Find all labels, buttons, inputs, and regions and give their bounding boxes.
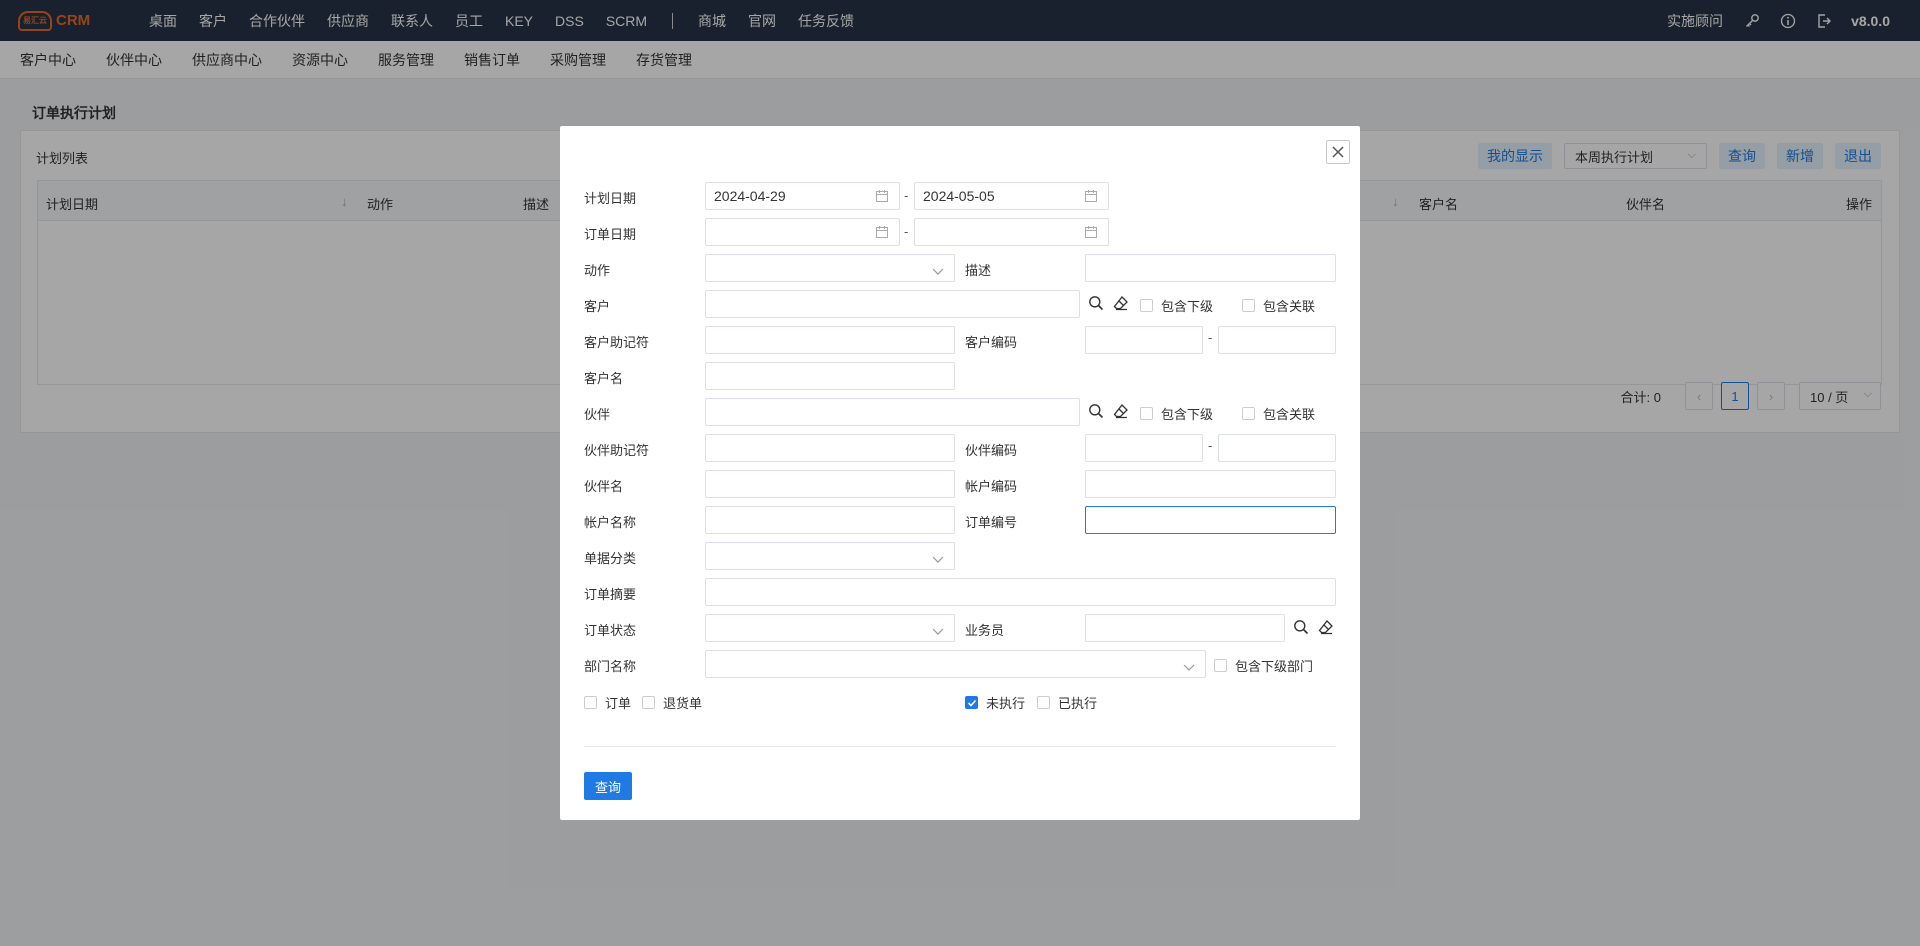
- partner-input[interactable]: [705, 398, 1080, 426]
- checkbox-label: 已执行: [1058, 696, 1098, 711]
- label-partner-mnemonic: 伙伴助记符: [584, 443, 650, 458]
- checkbox-box: [1242, 407, 1255, 420]
- plan-date-from[interactable]: 2024-04-29: [705, 182, 900, 210]
- action-select[interactable]: [705, 254, 955, 282]
- range-dash: -: [1208, 330, 1213, 345]
- partner-name-input[interactable]: [705, 470, 955, 498]
- order-status-select[interactable]: [705, 614, 955, 642]
- chevron-down-icon: [1183, 659, 1195, 675]
- customer-code-from[interactable]: [1085, 326, 1203, 354]
- order-no-input[interactable]: [1085, 506, 1336, 534]
- account-name-input[interactable]: [705, 506, 955, 534]
- checkbox-box: [584, 696, 597, 709]
- search-icon[interactable]: [1087, 402, 1105, 420]
- search-icon[interactable]: [1087, 294, 1105, 312]
- divider: [584, 746, 1336, 747]
- range-dash: -: [1208, 438, 1213, 453]
- checkbox-box: [642, 696, 655, 709]
- checkbox-box: [1037, 696, 1050, 709]
- checkbox-label: 包含下级: [1161, 299, 1214, 314]
- customer-include-sub-checkbox[interactable]: 包含下级: [1140, 296, 1213, 315]
- label-desc: 描述: [965, 263, 992, 278]
- return-order-checkbox[interactable]: 退货单: [642, 693, 702, 712]
- account-code-input[interactable]: [1085, 470, 1336, 498]
- customer-code-to[interactable]: [1218, 326, 1336, 354]
- label-customer-mnemonic: 客户助记符: [584, 335, 650, 350]
- plan-date-from-value: 2024-04-29: [714, 188, 786, 204]
- checkbox-label: 包含下级部门: [1235, 659, 1314, 674]
- close-button[interactable]: [1326, 140, 1350, 164]
- partner-code-from[interactable]: [1085, 434, 1203, 462]
- label-customer: 客户: [584, 299, 611, 314]
- query-dialog: 计划日期 2024-04-29 - 2024-05-05 订单日期 - 动作 描…: [560, 126, 1360, 820]
- label-partner-code: 伙伴编码: [965, 443, 1018, 458]
- checkbox-checked: [965, 696, 978, 709]
- order-summary-input[interactable]: [705, 578, 1336, 606]
- order-date-from[interactable]: [705, 218, 900, 246]
- close-icon: [1332, 146, 1344, 158]
- label-salesman: 业务员: [965, 623, 1005, 638]
- calendar-icon: [1084, 225, 1098, 242]
- salesman-input[interactable]: [1085, 614, 1285, 642]
- label-customer-name: 客户名: [584, 371, 624, 386]
- label-order-summary: 订单摘要: [584, 587, 637, 602]
- checkbox-label: 退货单: [663, 696, 703, 711]
- partner-include-sub-checkbox[interactable]: 包含下级: [1140, 404, 1213, 423]
- dept-name-select[interactable]: [705, 650, 1206, 678]
- checkbox-label: 包含下级: [1161, 407, 1214, 422]
- date-range-dash: -: [904, 188, 909, 203]
- label-account-name: 帐户名称: [584, 515, 637, 530]
- checkbox-label: 包含关联: [1263, 299, 1316, 314]
- dialog-query-button[interactable]: 查询: [584, 772, 632, 800]
- chevron-down-icon: [932, 623, 944, 639]
- plan-date-to[interactable]: 2024-05-05: [914, 182, 1109, 210]
- order-date-to[interactable]: [914, 218, 1109, 246]
- label-account-code: 帐户编码: [965, 479, 1018, 494]
- checkbox-box: [1242, 299, 1255, 312]
- chevron-down-icon: [932, 263, 944, 279]
- eraser-icon[interactable]: [1112, 402, 1130, 420]
- label-partner: 伙伴: [584, 407, 611, 422]
- include-sub-dept-checkbox[interactable]: 包含下级部门: [1214, 656, 1313, 675]
- calendar-icon: [1084, 189, 1098, 206]
- label-order-date: 订单日期: [584, 227, 637, 242]
- not-executed-checkbox[interactable]: 未执行: [965, 693, 1025, 712]
- partner-mnemonic-input[interactable]: [705, 434, 955, 462]
- checkbox-box: [1140, 299, 1153, 312]
- executed-checkbox[interactable]: 已执行: [1037, 693, 1097, 712]
- label-partner-name: 伙伴名: [584, 479, 624, 494]
- plan-date-to-value: 2024-05-05: [923, 188, 995, 204]
- calendar-icon: [875, 225, 889, 242]
- label-plan-date: 计划日期: [584, 191, 637, 206]
- checkbox-box: [1214, 659, 1227, 672]
- eraser-icon[interactable]: [1317, 618, 1335, 636]
- checkbox-label: 订单: [605, 696, 632, 711]
- checkbox-label: 包含关联: [1263, 407, 1316, 422]
- partner-include-rel-checkbox[interactable]: 包含关联: [1242, 404, 1315, 423]
- label-doc-type: 单据分类: [584, 551, 637, 566]
- label-order-no: 订单编号: [965, 515, 1018, 530]
- label-order-status: 订单状态: [584, 623, 637, 638]
- customer-mnemonic-input[interactable]: [705, 326, 955, 354]
- label-customer-code: 客户编码: [965, 335, 1018, 350]
- checkbox-box: [1140, 407, 1153, 420]
- customer-name-input[interactable]: [705, 362, 955, 390]
- order-checkbox[interactable]: 订单: [584, 693, 631, 712]
- calendar-icon: [875, 189, 889, 206]
- partner-code-to[interactable]: [1218, 434, 1336, 462]
- checkbox-label: 未执行: [986, 696, 1026, 711]
- eraser-icon[interactable]: [1112, 294, 1130, 312]
- desc-input[interactable]: [1085, 254, 1336, 282]
- label-dept-name: 部门名称: [584, 659, 637, 674]
- date-range-dash: -: [904, 224, 909, 239]
- label-action: 动作: [584, 263, 611, 278]
- chevron-down-icon: [932, 551, 944, 567]
- doc-type-select[interactable]: [705, 542, 955, 570]
- check-icon: [967, 699, 976, 707]
- customer-include-rel-checkbox[interactable]: 包含关联: [1242, 296, 1315, 315]
- search-icon[interactable]: [1292, 618, 1310, 636]
- customer-input[interactable]: [705, 290, 1080, 318]
